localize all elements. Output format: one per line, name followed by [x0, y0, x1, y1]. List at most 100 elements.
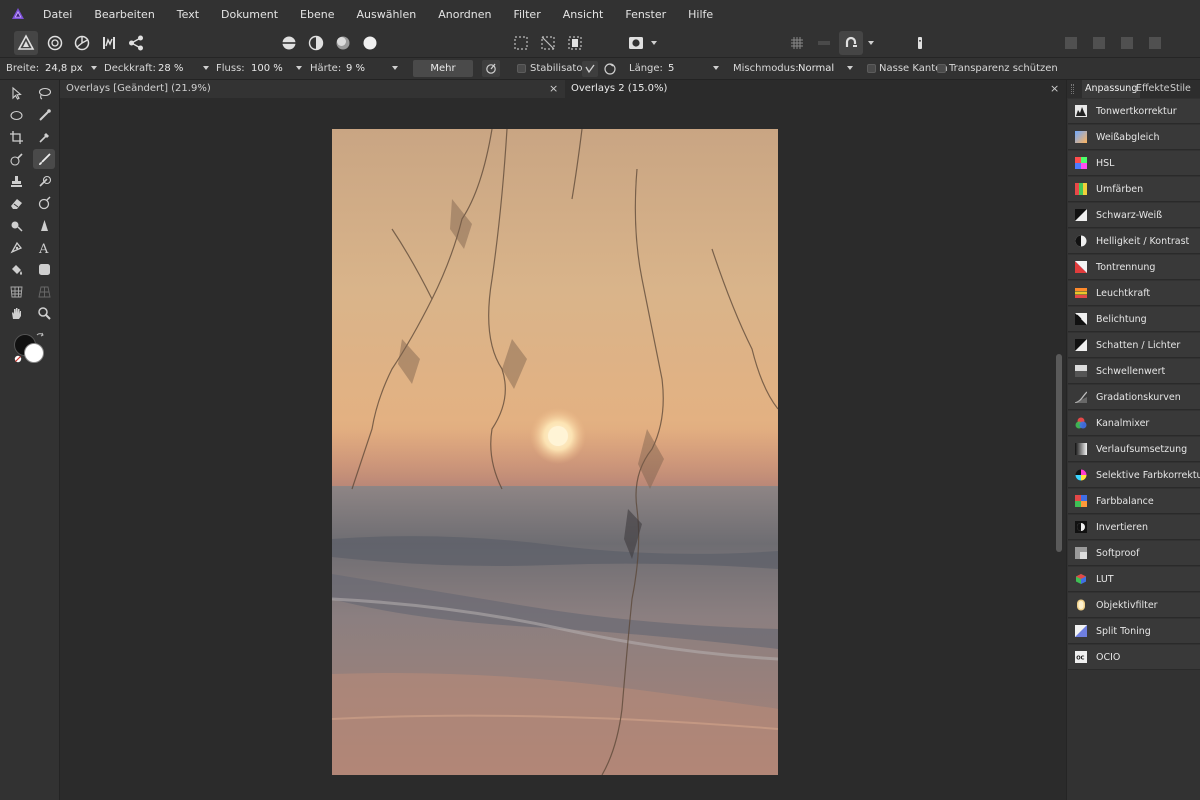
export-persona-button[interactable]: [124, 31, 148, 55]
stabilizer-checkbox[interactable]: [517, 64, 526, 73]
blur-brush-tool[interactable]: [5, 215, 27, 235]
menu-filter[interactable]: Filter: [513, 8, 540, 21]
perspective-tool[interactable]: [33, 281, 55, 301]
sharpen-brush-tool[interactable]: [33, 215, 55, 235]
more-button[interactable]: Mehr: [413, 60, 473, 77]
adjustment-item[interactable]: Leuchtkraft: [1068, 281, 1200, 306]
protect-alpha-checkbox[interactable]: [937, 64, 946, 73]
adjustment-item[interactable]: Farbbalance: [1068, 489, 1200, 514]
selection-crop-button[interactable]: [536, 31, 560, 55]
tab-effekte[interactable]: Effekte: [1136, 80, 1169, 98]
width-field[interactable]: 24,8 px: [45, 61, 83, 77]
adjustment-item[interactable]: Belichtung: [1068, 307, 1200, 332]
menu-hilfe[interactable]: Hilfe: [688, 8, 713, 21]
adjustment-item[interactable]: Invertieren: [1068, 515, 1200, 540]
tab-anpassung[interactable]: Anpassung: [1082, 80, 1141, 98]
view-shadow-button[interactable]: [331, 31, 355, 55]
tab-stile[interactable]: Stile: [1170, 80, 1191, 98]
menu-text[interactable]: Text: [177, 8, 199, 21]
flow-field[interactable]: 100 %: [251, 61, 283, 77]
adjustment-item[interactable]: Selektive Farbkorrektur: [1068, 463, 1200, 488]
menu-auswaehlen[interactable]: Auswählen: [356, 8, 416, 21]
freehand-selection-tool[interactable]: [33, 83, 55, 103]
crop-tool[interactable]: [5, 127, 27, 147]
move-tool[interactable]: [5, 83, 27, 103]
menu-datei[interactable]: Datei: [43, 8, 72, 21]
adjustment-item[interactable]: Verlaufsumsetzung: [1068, 437, 1200, 462]
dodge-brush-tool[interactable]: [33, 193, 55, 213]
adjustment-item[interactable]: Weißabgleich: [1068, 125, 1200, 150]
adjustment-item[interactable]: Umfärben: [1068, 177, 1200, 202]
snap-dropdown-icon[interactable]: [868, 41, 874, 45]
swap-colors-icon[interactable]: [36, 332, 45, 341]
zoom-tool[interactable]: [33, 303, 55, 323]
affinity-photo-logo-icon[interactable]: [11, 7, 25, 21]
text-tool[interactable]: A: [33, 237, 55, 257]
paint-brush-tool[interactable]: [33, 149, 55, 169]
adjustment-item[interactable]: Softproof: [1068, 541, 1200, 566]
erase-brush-tool[interactable]: [5, 193, 27, 213]
arrange-d-button[interactable]: [1143, 31, 1167, 55]
arrange-b-button[interactable]: [1087, 31, 1111, 55]
snap-magnet-button[interactable]: [839, 31, 863, 55]
view-tool[interactable]: [5, 303, 27, 323]
selection-marquee-button[interactable]: [509, 31, 533, 55]
length-dropdown-icon[interactable]: [713, 66, 719, 70]
wet-edges-checkbox[interactable]: [867, 64, 876, 73]
selection-brush-tool[interactable]: [33, 105, 55, 125]
snap-line-button[interactable]: [812, 31, 836, 55]
brush-settings-icon[interactable]: [482, 60, 500, 77]
ellipse-selection-tool[interactable]: [5, 105, 27, 125]
reset-colors-icon[interactable]: [14, 355, 22, 363]
arrange-a-button[interactable]: [1059, 31, 1083, 55]
fill-tool[interactable]: [5, 259, 27, 279]
adjustment-item[interactable]: Tonwertkorrektur: [1068, 99, 1200, 124]
secondary-color-swatch[interactable]: [24, 343, 44, 363]
flow-dropdown-icon[interactable]: [296, 66, 302, 70]
opacity-field[interactable]: 28 %: [158, 61, 183, 77]
adjustment-item[interactable]: OC OCIO: [1068, 645, 1200, 670]
clone-brush-tool[interactable]: [5, 171, 27, 191]
adjustment-item[interactable]: Schwellenwert: [1068, 359, 1200, 384]
mesh-warp-tool[interactable]: [5, 281, 27, 301]
photo-persona-button[interactable]: [14, 31, 38, 55]
arrange-c-button[interactable]: [1115, 31, 1139, 55]
assistant-button[interactable]: [908, 31, 932, 55]
adjustment-item[interactable]: HSL: [1068, 151, 1200, 176]
flood-select-tool[interactable]: [5, 149, 27, 169]
stabilizer-window-icon[interactable]: [602, 61, 618, 77]
quick-mask-button[interactable]: [622, 31, 650, 55]
view-full-button[interactable]: [358, 31, 382, 55]
adjustment-item[interactable]: Helligkeit / Kontrast: [1068, 229, 1200, 254]
adjustment-item[interactable]: Split Toning: [1068, 619, 1200, 644]
opacity-dropdown-icon[interactable]: [203, 66, 209, 70]
menu-dokument[interactable]: Dokument: [221, 8, 278, 21]
panel-grip-icon[interactable]: [1071, 84, 1074, 94]
canvas-vertical-scrollbar[interactable]: [1053, 98, 1066, 800]
develop-persona-button[interactable]: [70, 31, 94, 55]
quick-mask-dropdown-icon[interactable]: [651, 41, 657, 45]
liquify-brush-tool[interactable]: [33, 171, 55, 191]
menu-bearbeiten[interactable]: Bearbeiten: [94, 8, 154, 21]
liquify-persona-button[interactable]: [43, 31, 67, 55]
width-dropdown-icon[interactable]: [91, 66, 97, 70]
document-image[interactable]: [332, 129, 778, 775]
view-half-button[interactable]: [304, 31, 328, 55]
scrollbar-thumb[interactable]: [1056, 354, 1062, 552]
blend-mode-dropdown-icon[interactable]: [847, 66, 853, 70]
snap-grid-button[interactable]: [785, 31, 809, 55]
menu-anordnen[interactable]: Anordnen: [438, 8, 491, 21]
pen-tool[interactable]: [5, 237, 27, 257]
adjustment-item[interactable]: Objektivfilter: [1068, 593, 1200, 618]
length-field[interactable]: 5: [668, 61, 674, 77]
tab-overlays-close-icon[interactable]: ×: [549, 80, 558, 98]
color-picker-tool[interactable]: [33, 127, 55, 147]
hardness-dropdown-icon[interactable]: [392, 66, 398, 70]
menu-ansicht[interactable]: Ansicht: [563, 8, 604, 21]
view-split-button[interactable]: [277, 31, 301, 55]
stabilizer-rope-icon[interactable]: [582, 61, 598, 77]
shape-tool[interactable]: [33, 259, 55, 279]
tab-overlays-2-close-icon[interactable]: ×: [1050, 80, 1059, 98]
canvas-area[interactable]: [60, 98, 1052, 800]
tab-overlays-2[interactable]: Overlays 2 (15.0%): [565, 80, 1066, 98]
